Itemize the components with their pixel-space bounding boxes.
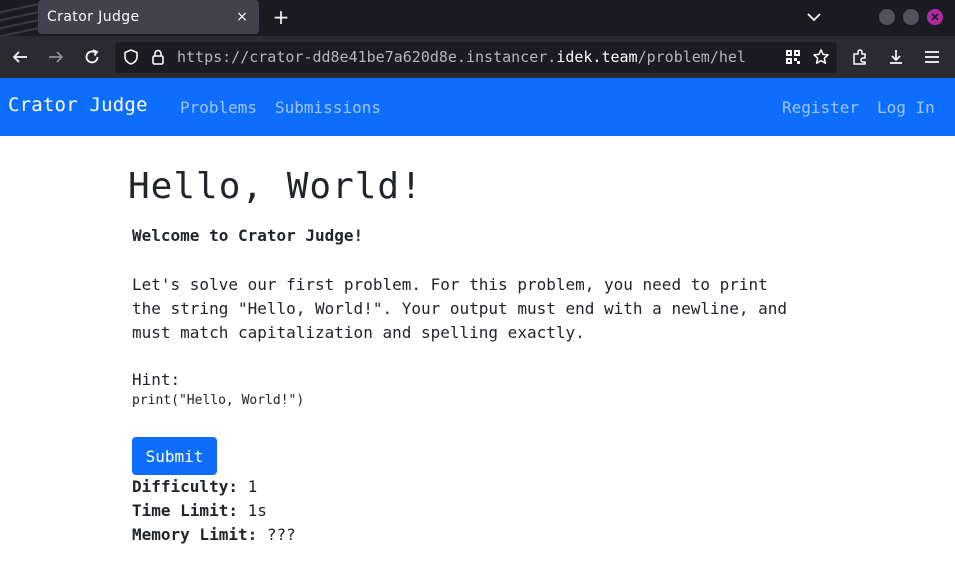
time-limit-row: Time Limit: 1s [132, 501, 267, 520]
forward-arrow-icon[interactable] [46, 47, 66, 67]
downloads-icon[interactable] [886, 47, 906, 67]
minimize-window-button[interactable] [879, 9, 895, 25]
list-all-tabs-icon[interactable] [804, 7, 824, 27]
browser-tab-bar: Crator Judge × + [0, 0, 955, 36]
problem-description: Let's solve our first problem. For this … [132, 275, 788, 342]
nav-link-log-in[interactable]: Log In [877, 98, 935, 117]
browser-toolbar: https://crator-dd8e41be7a620d8e.instance… [0, 36, 955, 78]
memory-limit-value: ??? [266, 525, 296, 544]
url-prefix: https://crator-dd8e41be7a620d8e.instance… [177, 48, 557, 66]
bookmark-star-icon[interactable] [811, 47, 831, 67]
extensions-icon[interactable] [850, 47, 870, 67]
shield-icon[interactable] [121, 47, 141, 67]
tab-title: Crator Judge [47, 9, 140, 25]
url-bar[interactable]: https://crator-dd8e41be7a620d8e.instance… [115, 42, 837, 73]
browser-tab-active[interactable]: Crator Judge × [38, 0, 259, 34]
hint-code: print("Hello, World!") [132, 393, 305, 408]
memory-limit-label: Memory Limit: [132, 525, 258, 544]
tab-close-icon[interactable]: × [233, 8, 251, 26]
memory-limit-row: Memory Limit: ??? [132, 525, 296, 544]
welcome-text: Welcome to Crator Judge! [132, 226, 364, 245]
hamburger-menu-icon[interactable] [922, 47, 942, 67]
site-navbar: Crator Judge Problems Submissions Regist… [0, 78, 955, 136]
new-tab-button[interactable]: + [270, 5, 292, 29]
nav-link-register[interactable]: Register [782, 98, 859, 117]
tabbar-decoration [0, 0, 40, 36]
url-path: /problem/hel [637, 48, 746, 66]
problem-content: Hello, World! Welcome to Crator Judge! L… [0, 136, 955, 571]
time-limit-label: Time Limit: [132, 501, 238, 520]
nav-link-submissions[interactable]: Submissions [275, 98, 381, 117]
lock-icon[interactable] [148, 47, 168, 67]
reload-icon[interactable] [82, 47, 102, 67]
problem-title: Hello, World! [128, 166, 423, 207]
url-text[interactable]: https://crator-dd8e41be7a620d8e.instance… [177, 48, 773, 66]
submit-button[interactable]: Submit [132, 437, 217, 475]
nav-link-problems[interactable]: Problems [180, 98, 257, 117]
time-limit-value: 1s [247, 501, 267, 520]
url-host: idek.team [556, 48, 638, 66]
back-arrow-icon[interactable] [10, 47, 30, 67]
close-icon [931, 13, 939, 21]
difficulty-value: 1 [247, 477, 258, 496]
close-window-button[interactable] [927, 9, 943, 25]
qr-code-icon[interactable] [783, 47, 803, 67]
hint-label: Hint: [132, 370, 181, 389]
difficulty-row: Difficulty: 1 [132, 477, 257, 496]
site-brand[interactable]: Crator Judge [8, 94, 148, 116]
difficulty-label: Difficulty: [132, 477, 238, 496]
maximize-window-button[interactable] [903, 9, 919, 25]
